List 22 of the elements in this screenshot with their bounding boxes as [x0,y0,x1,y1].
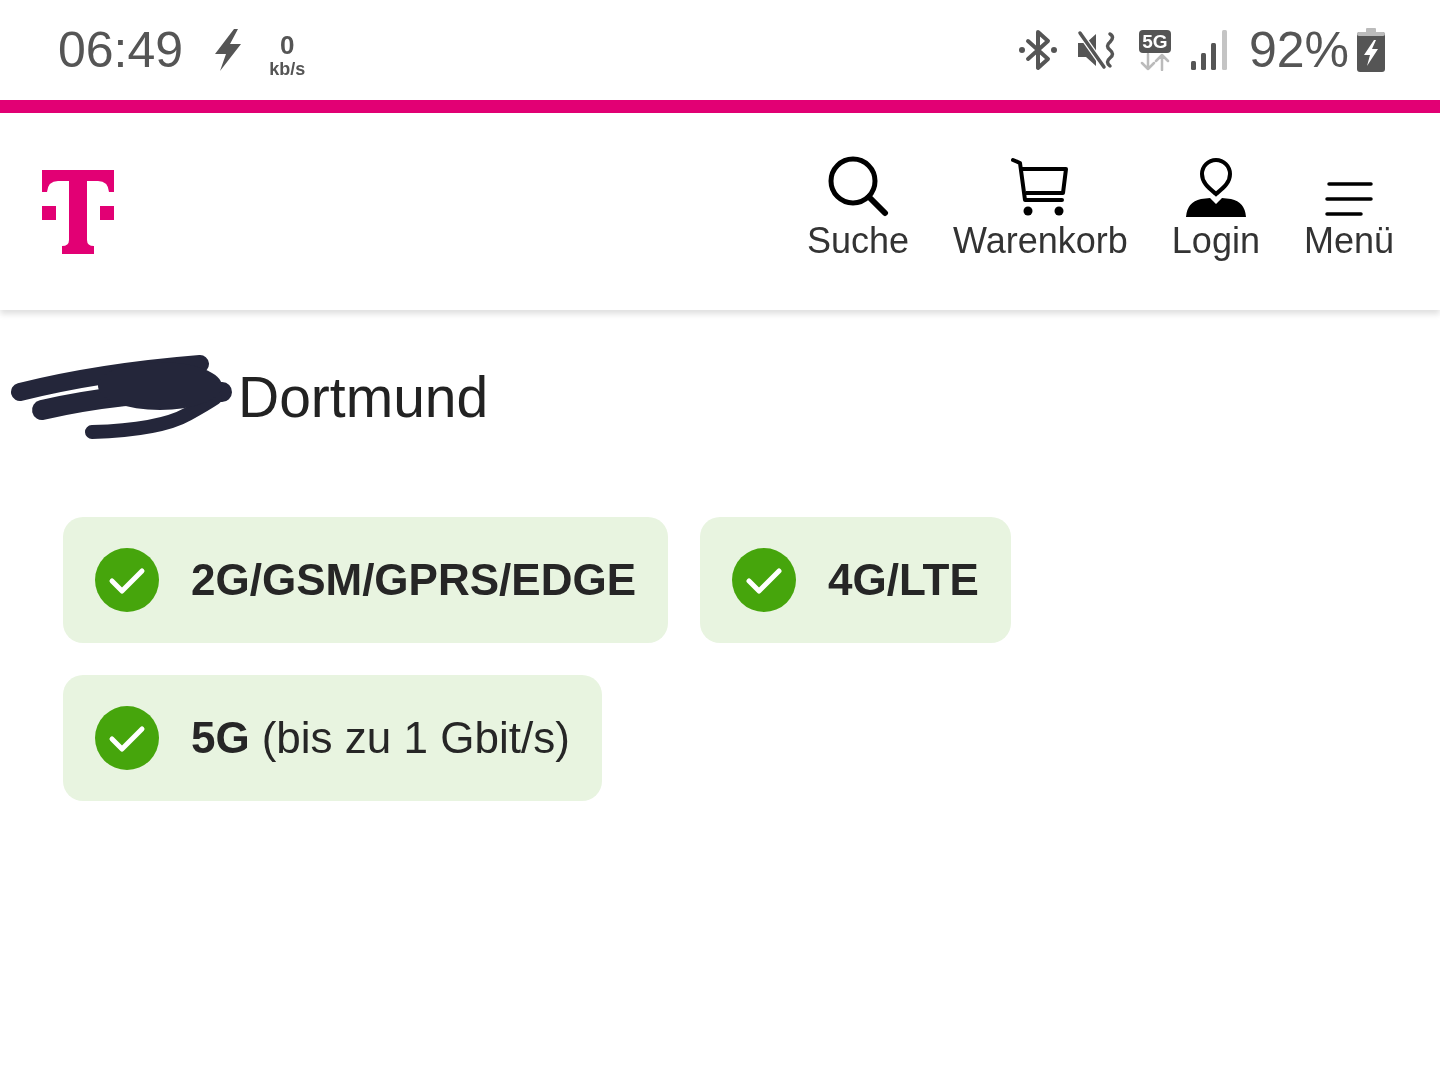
shopping-cart-icon [1010,157,1071,217]
clock-time: 06:49 [58,25,184,75]
menu-icon [1324,181,1373,217]
nav-link[interactable]: Warenkorb [953,155,1128,259]
search-icon [826,155,891,217]
city-name: Dortmund [238,368,489,426]
network-type-badge: 5G [1139,29,1171,53]
signal-bars-icon [1190,30,1229,70]
up-down-arrows-icon [1138,52,1171,71]
logo[interactable] [42,170,114,254]
network-speed-value: 0 [279,32,295,58]
nav-link[interactable]: Suche [807,155,910,259]
technology-name: 4G/LTE [828,558,979,602]
menu-button[interactable]: Menü [1303,155,1394,259]
technology-name: 2G/GSM/GPRS/EDGE [191,558,636,602]
technology-name: 5G [191,716,250,760]
technology-detail: (bis zu 1 Gbit/s) [261,716,570,760]
user-icon [1184,157,1247,217]
battery-percentage: 92% [1248,25,1349,75]
nav-link[interactable]: Login [1171,155,1260,259]
bluetooth-icon [1018,28,1057,72]
network-speed-unit: kb/s [269,60,306,78]
